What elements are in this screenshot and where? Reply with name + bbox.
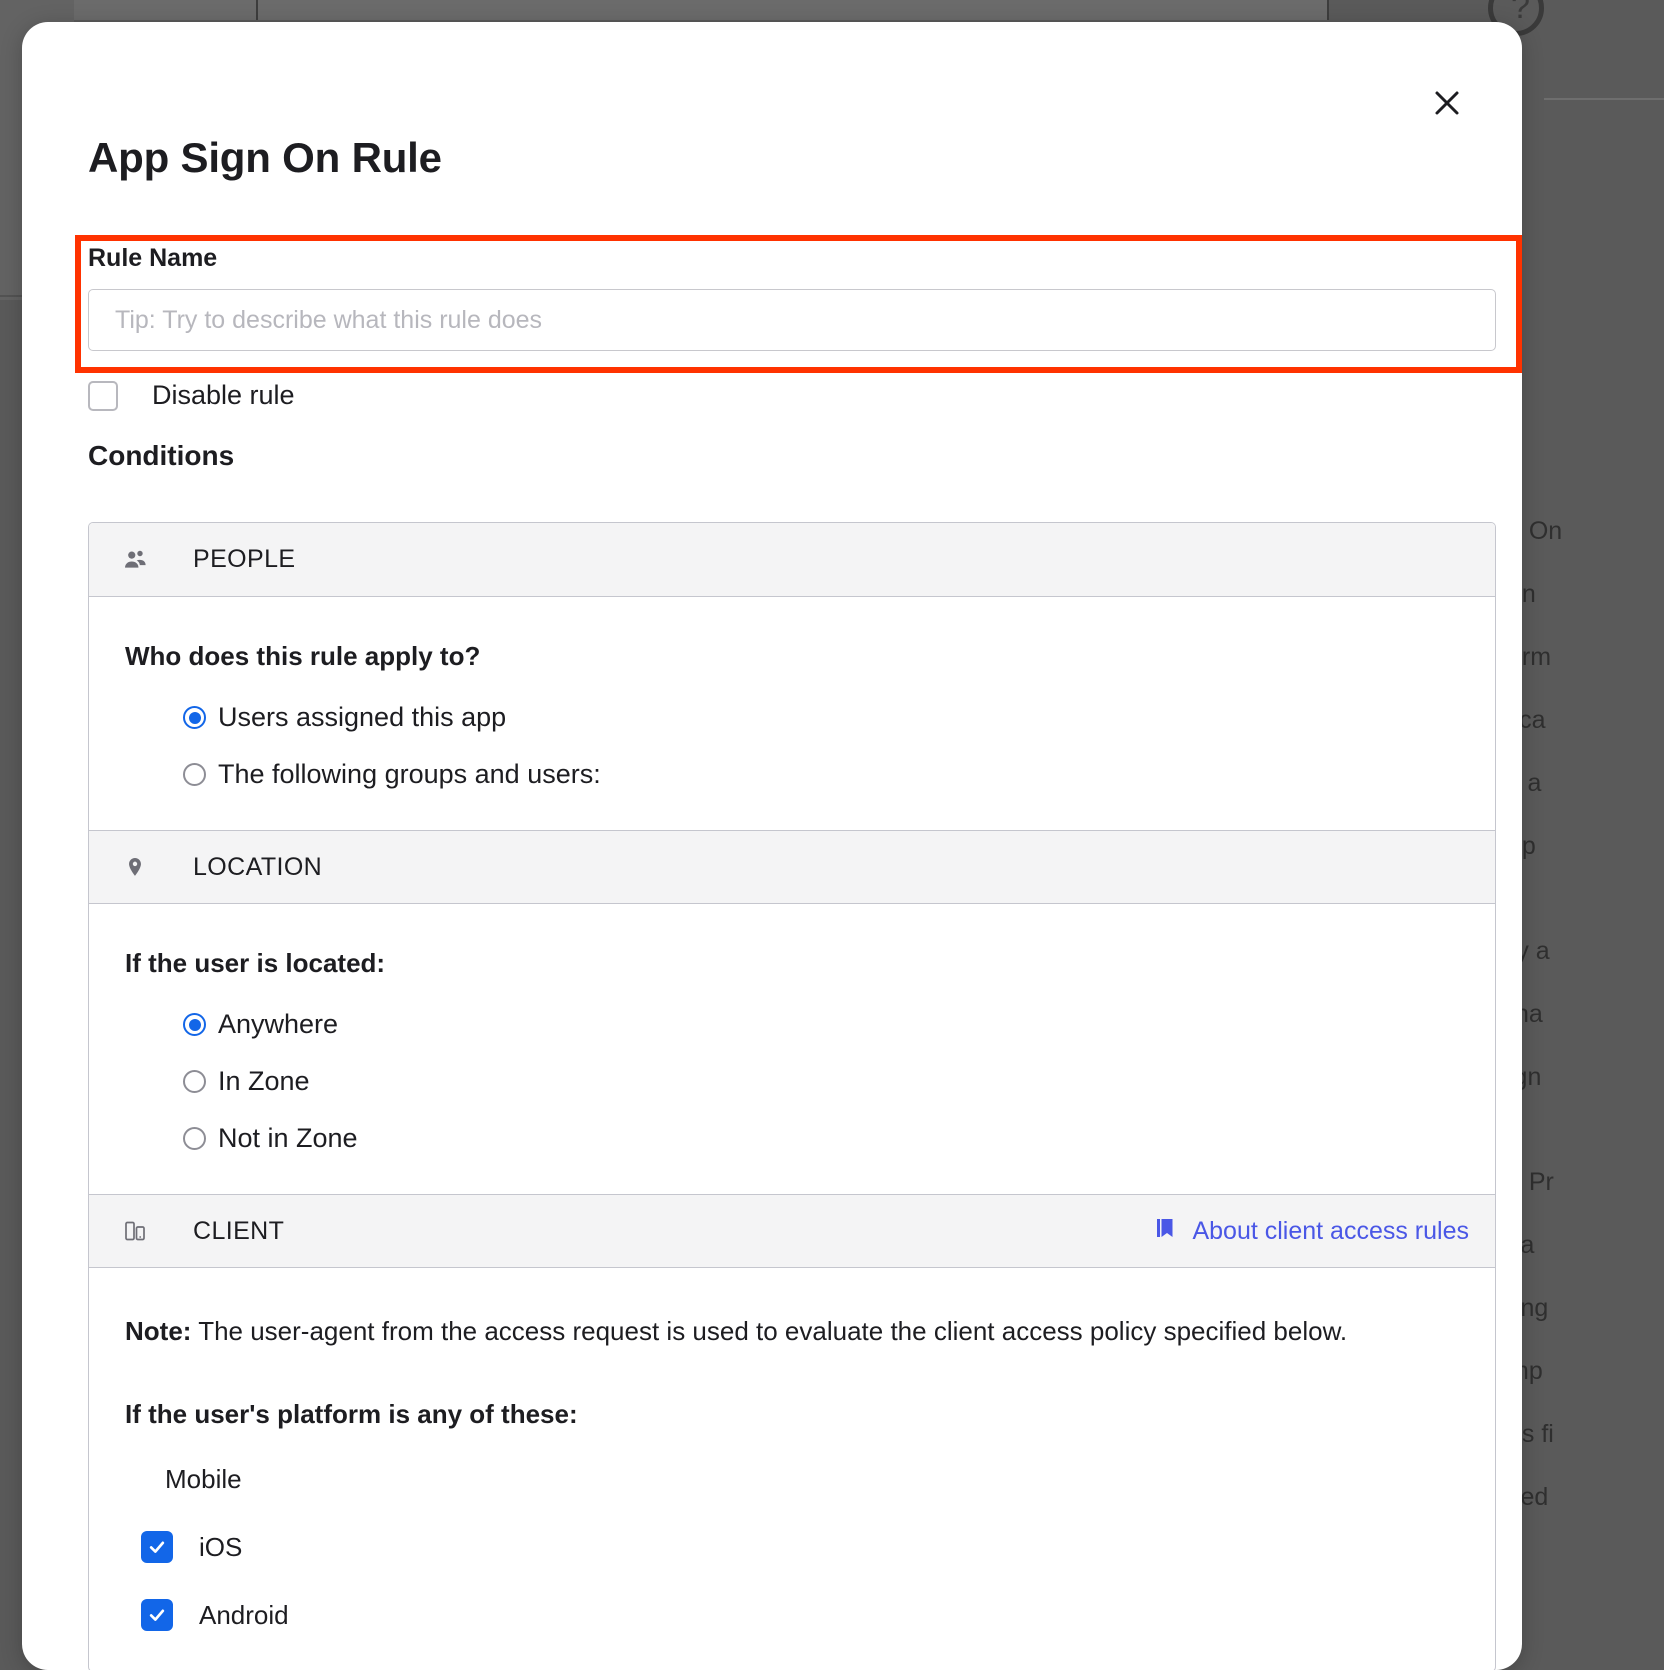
book-icon xyxy=(1154,1215,1178,1248)
app-sign-on-rule-dialog: App Sign On Rule Rule Name Disable rule … xyxy=(22,22,1522,1670)
disable-rule-label: Disable rule xyxy=(152,380,295,411)
radio-users-assigned-this-app[interactable]: Users assigned this app xyxy=(183,702,1495,733)
rule-name-label: Rule Name xyxy=(88,244,217,273)
background-text-fragment: n On xyxy=(1508,500,1664,563)
section-body-people: Who does this rule apply to? Users assig… xyxy=(89,597,1495,830)
screen: ? n On gn erm lica y a up ry a tha ign e… xyxy=(0,0,1664,1670)
help-icon-glyph: ? xyxy=(1511,0,1530,27)
section-name-location: LOCATION xyxy=(193,853,322,882)
option-label: Not in Zone xyxy=(218,1123,358,1154)
option-label: Anywhere xyxy=(218,1009,338,1040)
people-icon xyxy=(115,547,155,573)
background-text-fragment: ca xyxy=(1508,1214,1664,1277)
client-note-prefix: Note: xyxy=(125,1316,191,1346)
checkbox-ios[interactable]: iOS xyxy=(125,1531,1495,1563)
radio-in-zone[interactable]: In Zone xyxy=(183,1066,1495,1097)
radio-following-groups-and-users[interactable]: The following groups and users: xyxy=(183,759,1495,790)
background-text-column: n On gn erm lica y a up ry a tha ign e P… xyxy=(1504,500,1664,1529)
rule-name-input[interactable] xyxy=(88,289,1496,351)
background-text-fragment: ting xyxy=(1508,1277,1664,1340)
background-gap xyxy=(1508,878,1664,920)
background-text-fragment: ry a xyxy=(1508,920,1664,983)
radio-not-in-zone[interactable]: Not in Zone xyxy=(183,1123,1495,1154)
section-header-client[interactable]: CLIENT About client access rules xyxy=(89,1194,1495,1268)
checkbox-indicator xyxy=(141,1531,173,1563)
background-toolbar xyxy=(74,0,1329,20)
background-text-fragment: as fi xyxy=(1508,1403,1664,1466)
device-icon xyxy=(115,1218,155,1244)
about-client-access-rules-link[interactable]: About client access rules xyxy=(1154,1215,1469,1248)
section-body-location: If the user is located: Anywhere In Zone… xyxy=(89,904,1495,1194)
option-label: The following groups and users: xyxy=(218,759,601,790)
page-title: App Sign On Rule xyxy=(88,134,442,182)
disable-rule-row[interactable]: Disable rule xyxy=(88,380,295,411)
radio-indicator xyxy=(183,1127,206,1150)
people-question: Who does this rule apply to? xyxy=(125,641,1495,672)
background-text-fragment: tha xyxy=(1508,983,1664,1046)
background-text-fragment: gn xyxy=(1508,563,1664,626)
background-text-fragment: up xyxy=(1508,815,1664,878)
background-right-rule xyxy=(1544,98,1664,100)
radio-anywhere[interactable]: Anywhere xyxy=(183,1009,1495,1040)
platform-group-mobile: Mobile xyxy=(125,1464,1495,1495)
section-header-location[interactable]: LOCATION xyxy=(89,830,1495,904)
section-header-people[interactable]: PEOPLE xyxy=(89,523,1495,597)
checkbox-label: iOS xyxy=(199,1532,242,1563)
option-label: Users assigned this app xyxy=(218,702,506,733)
background-text-fragment: mp xyxy=(1508,1340,1664,1403)
background-text-fragment: y a xyxy=(1508,752,1664,815)
background-gap xyxy=(1508,1109,1664,1151)
checkbox-indicator xyxy=(141,1599,173,1631)
platform-question: If the user's platform is any of these: xyxy=(125,1399,1495,1430)
radio-indicator xyxy=(183,763,206,786)
close-icon[interactable] xyxy=(1424,80,1470,126)
location-question: If the user is located: xyxy=(125,948,1495,979)
background-text-fragment: erm xyxy=(1508,626,1664,689)
background-divider xyxy=(256,0,258,20)
section-name-people: PEOPLE xyxy=(193,545,295,574)
background-text-fragment: ign xyxy=(1508,1046,1664,1109)
disable-rule-checkbox[interactable] xyxy=(88,381,118,411)
radio-indicator xyxy=(183,1013,206,1036)
background-text-fragment: lica xyxy=(1508,689,1664,752)
section-body-client: Note: The user-agent from the access req… xyxy=(89,1268,1495,1670)
checkbox-label: Android xyxy=(199,1600,289,1631)
people-options: Users assigned this app The following gr… xyxy=(125,702,1495,790)
radio-indicator xyxy=(183,1070,206,1093)
radio-indicator xyxy=(183,706,206,729)
background-text-fragment: ced xyxy=(1508,1466,1664,1529)
location-options: Anywhere In Zone Not in Zone xyxy=(125,1009,1495,1154)
client-note: Note: The user-agent from the access req… xyxy=(125,1314,1495,1349)
link-label: About client access rules xyxy=(1192,1217,1469,1246)
conditions-heading: Conditions xyxy=(88,440,234,472)
client-note-text: The user-agent from the access request i… xyxy=(191,1316,1347,1346)
checkbox-android[interactable]: Android xyxy=(125,1599,1495,1631)
location-pin-icon xyxy=(115,854,155,880)
conditions-accordion: PEOPLE Who does this rule apply to? User… xyxy=(88,522,1496,1670)
option-label: In Zone xyxy=(218,1066,310,1097)
background-text-fragment: e Pr xyxy=(1508,1151,1664,1214)
section-name-client: CLIENT xyxy=(193,1217,284,1246)
